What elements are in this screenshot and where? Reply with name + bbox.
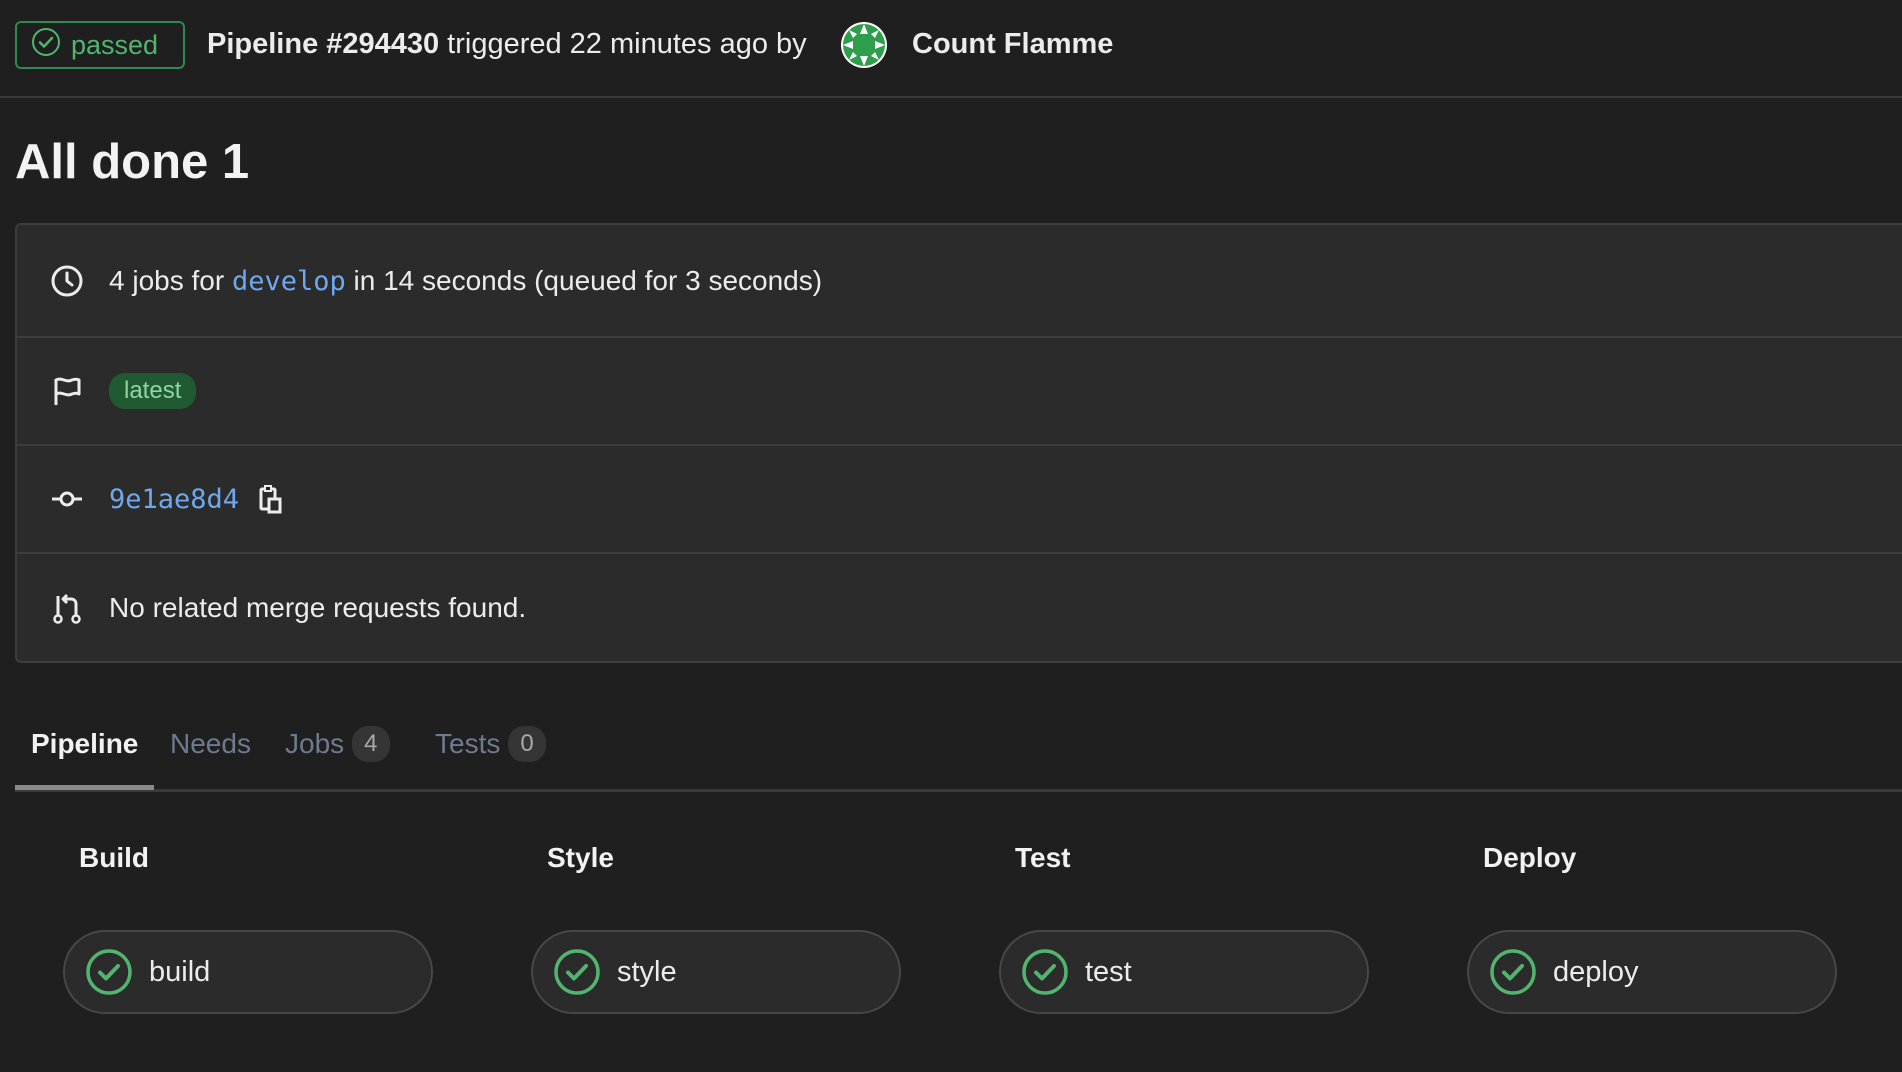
stage-title-build: Build [79,842,149,873]
stage-title-deploy: Deploy [1483,842,1577,873]
stage-title-test: Test [1015,842,1071,873]
jobs-prefix: 4 jobs for [109,264,225,296]
merge-requests-text: No related merge requests found. [109,591,527,623]
success-icon [1489,948,1537,996]
branch-link[interactable]: develop [232,266,346,297]
author-name[interactable]: Count Flamme [912,22,1113,66]
merge-request-icon [50,591,84,625]
pipeline-header: passed Pipeline #294430 triggered 22 min… [0,0,1902,98]
jobs-suffix: in 14 seconds (queued for 3 seconds) [353,264,823,296]
tab-needs[interactable]: Needs [170,722,251,766]
jobs-summary: 4 jobs for develop in 14 seconds (queued… [109,265,822,297]
success-icon [553,948,601,996]
tab-jobs[interactable]: Jobs 4 [285,722,390,766]
tab-tests[interactable]: Tests 0 [435,722,546,766]
status-label: passed [71,29,159,60]
job-style[interactable]: style [531,930,901,1014]
status-badge[interactable]: passed [15,21,185,69]
tab-tests-label: Tests [435,728,501,759]
tab-needs-label: Needs [170,728,251,759]
check-circle-icon [30,26,62,65]
commit-sha[interactable]: 9e1ae8d4 [109,484,239,515]
job-build[interactable]: build [63,930,433,1014]
jobs-count-badge: 4 [352,726,390,762]
copy-icon[interactable] [257,483,285,515]
job-test[interactable]: test [999,930,1369,1014]
stage-title-style: Style [547,842,614,873]
active-tab-indicator [15,785,154,790]
tab-jobs-label: Jobs [285,728,345,759]
commit-icon [50,482,84,516]
commit-row: 9e1ae8d4 [17,446,1902,554]
tab-pipeline[interactable]: Pipeline [31,722,138,766]
avatar[interactable] [841,22,887,68]
latest-badge: latest [109,373,197,409]
job-test-label: test [1085,955,1132,988]
tests-count-badge: 0 [508,726,546,762]
merge-requests-row: No related merge requests found. [17,554,1902,661]
success-icon [1021,948,1069,996]
tab-pipeline-label: Pipeline [31,728,139,759]
pipeline-info-card: 4 jobs for develop in 14 seconds (queued… [15,223,1902,663]
pipeline-summary: Pipeline #294430 triggered 22 minutes ag… [207,22,807,66]
triggered-text: triggered 22 minutes ago by [447,27,807,60]
clock-icon [50,264,84,298]
tags-row: latest [17,338,1902,446]
job-deploy-label: deploy [1553,955,1639,988]
pipeline-id: Pipeline #294430 [207,27,440,60]
job-deploy[interactable]: deploy [1467,930,1837,1014]
success-icon [85,948,133,996]
job-build-label: build [149,955,211,988]
flag-icon [50,374,84,408]
jobs-summary-row: 4 jobs for develop in 14 seconds (queued… [17,225,1902,338]
pipeline-tabs: Pipeline Needs Jobs 4 Tests 0 [15,700,1902,792]
page-title: All done 1 [15,135,250,189]
job-style-label: style [617,955,677,988]
